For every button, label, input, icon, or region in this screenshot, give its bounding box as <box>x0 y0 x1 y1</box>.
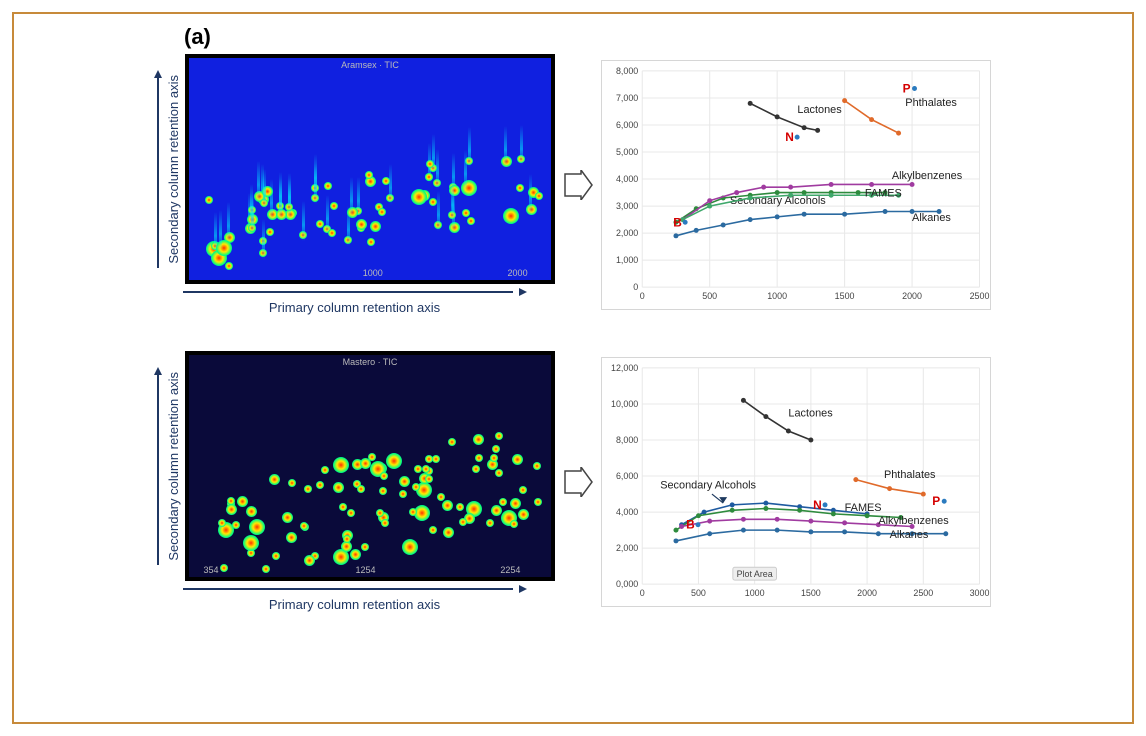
svg-text:12,000: 12,000 <box>611 362 638 372</box>
svg-text:1500: 1500 <box>801 588 821 598</box>
svg-text:2500: 2500 <box>913 588 933 598</box>
arrow-right-icon <box>563 170 593 200</box>
svg-text:2500: 2500 <box>970 291 990 301</box>
svg-text:3000: 3000 <box>970 588 990 598</box>
svg-text:8,000: 8,000 <box>616 434 638 444</box>
svg-text:FAMES: FAMES <box>865 187 902 199</box>
svg-text:500: 500 <box>702 291 717 301</box>
axis-arrow-up-icon <box>154 70 162 78</box>
axis-line <box>157 375 159 565</box>
heatmap-b-wrap: Secondary column retention axis Mastero … <box>154 351 555 612</box>
heatmap-a-wrap: Secondary column retention axis Aramsex … <box>154 54 555 315</box>
svg-text:4,000: 4,000 <box>616 507 638 517</box>
svg-text:P: P <box>903 81 911 95</box>
panel-a: Secondary column retention axis Aramsex … <box>154 54 992 315</box>
svg-text:Lactones: Lactones <box>797 103 842 115</box>
svg-text:N: N <box>813 497 822 511</box>
panel-b: Secondary column retention axis Mastero … <box>154 351 992 612</box>
svg-text:Lactones: Lactones <box>788 407 833 419</box>
svg-text:8,000: 8,000 <box>616 65 638 75</box>
svg-text:0,000: 0,000 <box>616 579 638 589</box>
figure-frame: (a) (b) Secondary column retention axis … <box>12 12 1134 724</box>
heatmap-a-title: Aramsex · TIC <box>341 60 399 70</box>
heatmap-a-tick: 2000 <box>508 268 528 278</box>
heatmap-a-y-axis-label: Secondary column retention axis <box>166 75 181 264</box>
svg-text:2,000: 2,000 <box>616 228 638 238</box>
svg-text:6,000: 6,000 <box>616 119 638 129</box>
heatmap-b-x-axis-text: Primary column retention axis <box>269 597 440 612</box>
svg-text:5,000: 5,000 <box>616 146 638 156</box>
svg-text:500: 500 <box>691 588 706 598</box>
svg-text:2,000: 2,000 <box>616 543 638 553</box>
heatmap-b: Mastero · TIC 354 1254 2254 <box>185 351 555 581</box>
svg-text:B: B <box>686 517 695 531</box>
svg-text:0: 0 <box>633 282 638 292</box>
heatmap-b-tick: 1254 <box>356 565 376 575</box>
arrow-right-icon <box>563 467 593 497</box>
svg-text:4,000: 4,000 <box>616 174 638 184</box>
svg-text:2000: 2000 <box>857 588 877 598</box>
svg-text:0: 0 <box>640 291 645 301</box>
svg-text:FAMES: FAMES <box>845 502 882 514</box>
svg-text:Secondary Alcohols: Secondary Alcohols <box>660 479 756 491</box>
svg-text:Alkylbenzenes: Alkylbenzenes <box>892 170 963 182</box>
heatmap-b-y-axis-label: Secondary column retention axis <box>166 372 181 561</box>
heatmap-b-title: Mastero · TIC <box>343 357 398 367</box>
svg-text:P: P <box>932 494 940 508</box>
svg-text:1,000: 1,000 <box>616 255 638 265</box>
svg-text:Alkanes: Alkanes <box>912 211 951 223</box>
heatmap-a-x-axis-text: Primary column retention axis <box>269 300 440 315</box>
heatmap-b-x-axis-label <box>183 585 527 593</box>
svg-text:Phthalates: Phthalates <box>905 97 957 109</box>
heatmap-a-x-axis-label <box>183 288 527 296</box>
axis-line <box>157 78 159 268</box>
svg-text:10,000: 10,000 <box>611 398 638 408</box>
svg-text:Plot Area: Plot Area <box>737 569 773 579</box>
heatmap-a-tick: 1000 <box>363 268 383 278</box>
svg-text:3,000: 3,000 <box>616 201 638 211</box>
svg-text:N: N <box>785 130 794 144</box>
linechart-b: 0,000 2,000 4,000 6,000 8,000 10,000 12,000 0 50… <box>601 357 991 607</box>
svg-text:Alkanes: Alkanes <box>890 529 929 541</box>
svg-text:1000: 1000 <box>767 291 787 301</box>
svg-text:2000: 2000 <box>902 291 922 301</box>
axis-arrow-up-icon <box>154 367 162 375</box>
axis-arrow-right-icon <box>519 288 527 296</box>
svg-text:1500: 1500 <box>835 291 855 301</box>
svg-text:B: B <box>673 215 682 229</box>
svg-text:6,000: 6,000 <box>616 471 638 481</box>
linechart-a: 0 1,000 2,000 3,000 4,000 5,000 6,000 7,000 8,00… <box>601 60 991 310</box>
svg-text:7,000: 7,000 <box>616 92 638 102</box>
svg-text:0: 0 <box>640 588 645 598</box>
heatmap-b-tick: 2254 <box>500 565 520 575</box>
svg-text:Alkylbenzenes: Alkylbenzenes <box>878 514 949 526</box>
panel-a-label: (a) <box>184 24 211 50</box>
heatmap-b-tick: 354 <box>203 565 218 575</box>
svg-text:Phthalates: Phthalates <box>884 468 936 480</box>
svg-text:1000: 1000 <box>745 588 765 598</box>
axis-arrow-right-icon <box>519 585 527 593</box>
heatmap-a: Aramsex · TIC 1000 2000 <box>185 54 555 284</box>
